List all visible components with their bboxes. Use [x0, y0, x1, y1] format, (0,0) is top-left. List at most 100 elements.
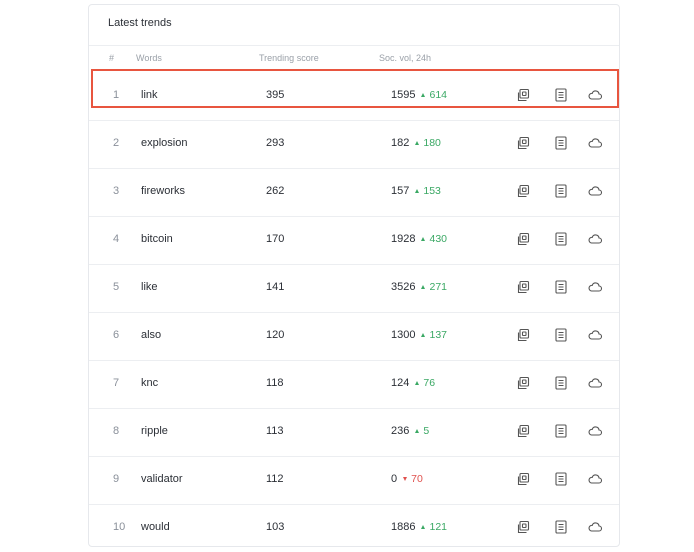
arrow-up-icon — [415, 381, 420, 385]
column-header-words: Words — [136, 53, 162, 63]
social-volume-cell: 0 70 — [391, 473, 423, 485]
social-volume-value: 3526 — [391, 281, 416, 293]
social-volume-change: 180 — [415, 137, 441, 149]
compare-icon[interactable] — [515, 183, 531, 199]
rank-number: 3 — [113, 185, 120, 197]
details-icon[interactable] — [553, 183, 569, 199]
trending-score: 103 — [266, 521, 285, 533]
table-row[interactable]: 1 link 395 1595 614 — [89, 72, 619, 121]
table-row[interactable]: 5 like 141 3526 271 — [89, 264, 619, 313]
compare-icon[interactable] — [515, 231, 531, 247]
social-volume-change: 137 — [421, 329, 447, 341]
trending-score: 293 — [266, 137, 285, 149]
trending-score: 170 — [266, 233, 285, 245]
social-volume-cell: 236 5 — [391, 425, 429, 437]
social-volume-cell: 1300 137 — [391, 329, 447, 341]
compare-icon[interactable] — [515, 519, 531, 535]
trend-word: knc — [141, 377, 159, 389]
details-icon[interactable] — [553, 423, 569, 439]
table-row[interactable]: 10 would 103 1886 121 — [89, 504, 619, 552]
social-volume-cell: 3526 271 — [391, 281, 447, 293]
change-value: 76 — [423, 377, 436, 389]
column-header-social-volume: Soc. vol, 24h — [379, 53, 432, 63]
table-row[interactable]: 7 knc 118 124 76 — [89, 360, 619, 409]
details-icon[interactable] — [553, 231, 569, 247]
change-value: 153 — [423, 185, 441, 197]
details-icon[interactable] — [553, 519, 569, 535]
word-cloud-icon[interactable] — [587, 183, 603, 199]
details-icon[interactable] — [553, 375, 569, 391]
trend-word: validator — [141, 473, 183, 485]
compare-icon[interactable] — [515, 87, 531, 103]
word-cloud-icon[interactable] — [587, 135, 603, 151]
word-cloud-icon[interactable] — [587, 423, 603, 439]
change-value: 271 — [429, 281, 448, 293]
compare-icon[interactable] — [515, 375, 531, 391]
change-value: 180 — [423, 137, 441, 149]
trending-score: 113 — [266, 425, 284, 437]
compare-icon[interactable] — [515, 327, 531, 343]
word-cloud-icon[interactable] — [587, 519, 603, 535]
table-row[interactable]: 6 also 120 1300 137 — [89, 312, 619, 361]
social-volume-value: 1595 — [391, 89, 416, 101]
table-header: # Words Trending score Soc. vol, 24h — [89, 45, 619, 72]
change-value: 430 — [429, 233, 448, 245]
social-volume-cell: 157 153 — [391, 185, 441, 197]
word-cloud-icon[interactable] — [587, 231, 603, 247]
latest-trends-card: Latest trends # Words Trending score Soc… — [88, 4, 620, 547]
details-icon[interactable] — [553, 279, 569, 295]
compare-icon[interactable] — [515, 471, 531, 487]
trend-word: like — [141, 281, 158, 293]
rank-number: 4 — [113, 233, 120, 245]
word-cloud-icon[interactable] — [587, 327, 603, 343]
trending-score: 141 — [266, 281, 285, 293]
arrow-up-icon — [415, 429, 420, 433]
details-icon[interactable] — [553, 135, 569, 151]
table-row[interactable]: 4 bitcoin 170 1928 430 — [89, 216, 619, 265]
trend-word: fireworks — [141, 185, 186, 197]
social-volume-change: 5 — [415, 425, 429, 437]
trend-word: would — [141, 521, 170, 533]
social-volume-change: 614 — [421, 89, 447, 101]
trending-score: 112 — [266, 473, 284, 485]
social-volume-change: 430 — [421, 233, 447, 245]
compare-icon[interactable] — [515, 279, 531, 295]
word-cloud-icon[interactable] — [587, 87, 603, 103]
table-row[interactable]: 8 ripple 113 236 5 — [89, 408, 619, 457]
social-volume-cell: 1595 614 — [391, 89, 447, 101]
rank-number: 9 — [113, 473, 120, 485]
details-icon[interactable] — [553, 87, 569, 103]
details-icon[interactable] — [553, 327, 569, 343]
change-value: 614 — [429, 89, 448, 101]
word-cloud-icon[interactable] — [587, 375, 603, 391]
trending-score: 395 — [266, 89, 285, 101]
table-row[interactable]: 3 fireworks 262 157 153 — [89, 168, 619, 217]
social-volume-value: 1300 — [391, 329, 416, 341]
rank-number: 8 — [113, 425, 120, 437]
table-row[interactable]: 2 explosion 293 182 180 — [89, 120, 619, 169]
social-volume-change: 70 — [403, 473, 423, 485]
rank-number: 2 — [113, 137, 120, 149]
social-volume-change: 76 — [415, 377, 435, 389]
compare-icon[interactable] — [515, 423, 531, 439]
social-volume-change: 121 — [421, 521, 447, 533]
social-volume-cell: 182 180 — [391, 137, 441, 149]
trending-score: 262 — [266, 185, 285, 197]
social-volume-value: 236 — [391, 425, 410, 437]
trending-score: 118 — [266, 377, 284, 389]
social-volume-value: 182 — [391, 137, 410, 149]
table-row[interactable]: 9 validator 112 0 70 — [89, 456, 619, 505]
arrow-up-icon — [421, 237, 426, 241]
arrow-up-icon — [421, 333, 426, 337]
word-cloud-icon[interactable] — [587, 279, 603, 295]
arrow-up-icon — [421, 285, 426, 289]
change-value: 5 — [423, 425, 430, 437]
card-title: Latest trends — [108, 17, 172, 29]
change-value: 70 — [411, 473, 423, 485]
social-volume-cell: 124 76 — [391, 377, 435, 389]
details-icon[interactable] — [553, 471, 569, 487]
compare-icon[interactable] — [515, 135, 531, 151]
word-cloud-icon[interactable] — [587, 471, 603, 487]
arrow-up-icon — [415, 189, 420, 193]
rank-number: 5 — [113, 281, 120, 293]
